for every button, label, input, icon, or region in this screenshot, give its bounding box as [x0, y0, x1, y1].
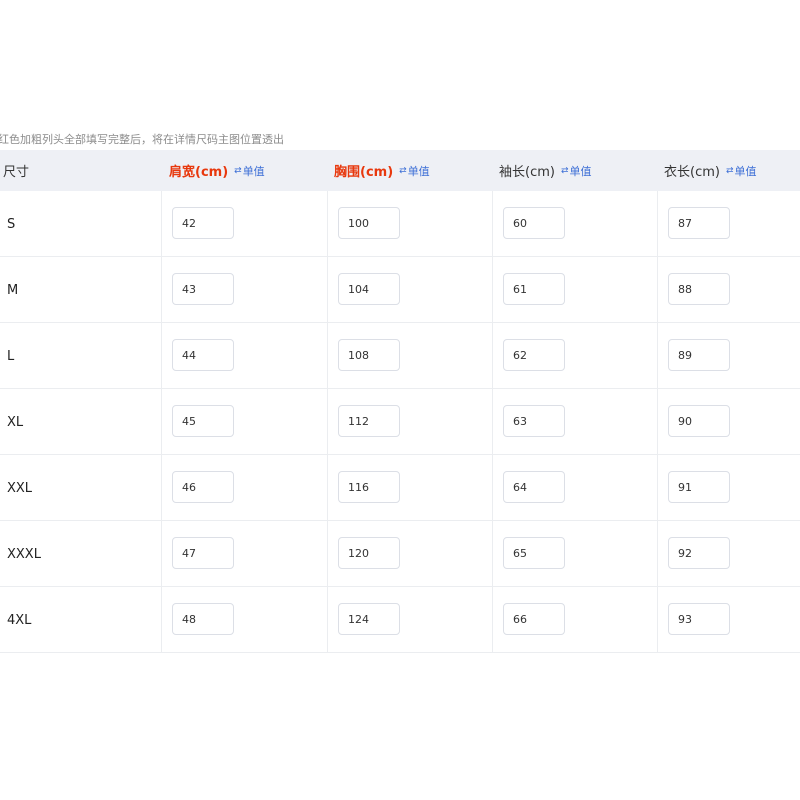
size-label: XL	[7, 414, 24, 430]
column-header-label: 胸围(cm)	[334, 165, 394, 180]
length-input[interactable]	[668, 603, 730, 635]
chest-input[interactable]	[338, 603, 400, 635]
table-row: S	[0, 191, 800, 257]
sleeve-input[interactable]	[503, 405, 565, 437]
column-divider	[492, 191, 493, 653]
swap-icon: ⇄	[725, 165, 734, 176]
chest-input[interactable]	[338, 273, 400, 305]
toggle-label: 单值	[569, 164, 592, 178]
swap-icon: ⇄	[399, 165, 407, 176]
size-table: 尺寸 肩宽(cm) ⇄ 单值 胸围(cm) ⇄ 单值 袖长(cm) ⇄ 单值 衣…	[0, 150, 800, 653]
single-value-toggle[interactable]: ⇄ 单值	[726, 163, 757, 179]
single-value-toggle[interactable]: ⇄ 单值	[399, 163, 430, 179]
sleeve-input[interactable]	[503, 603, 565, 635]
size-label: L	[7, 348, 15, 364]
size-chart-editor: 红色加粗列头全部填写完整后，将在详情尺码主图位置透出 尺寸 肩宽(cm) ⇄ 单值…	[0, 0, 800, 800]
size-label: M	[7, 282, 19, 298]
chest-input[interactable]	[338, 537, 400, 569]
size-label: XXL	[7, 480, 33, 496]
table-row: XXXL	[0, 521, 800, 587]
column-divider	[327, 191, 328, 653]
shoulder-input[interactable]	[172, 207, 234, 239]
length-input[interactable]	[668, 339, 730, 371]
single-value-toggle[interactable]: ⇄ 单值	[234, 163, 265, 179]
toggle-label: 单值	[242, 164, 265, 178]
table-row: XL	[0, 389, 800, 455]
column-header-label: 袖长(cm)	[499, 165, 555, 180]
hint-text: 红色加粗列头全部填写完整后，将在详情尺码主图位置透出	[0, 133, 284, 146]
length-input[interactable]	[668, 471, 730, 503]
chest-input[interactable]	[338, 339, 400, 371]
table-row: M	[0, 257, 800, 323]
table-row: L	[0, 323, 800, 389]
chest-input[interactable]	[338, 405, 400, 437]
size-label: S	[7, 216, 16, 232]
swap-icon: ⇄	[234, 165, 242, 176]
column-header-label: 衣长(cm)	[664, 165, 720, 180]
length-input[interactable]	[668, 273, 730, 305]
column-header-chest: 胸围(cm) ⇄ 单值	[334, 150, 430, 191]
length-input[interactable]	[668, 537, 730, 569]
length-input[interactable]	[668, 207, 730, 239]
sleeve-input[interactable]	[503, 273, 565, 305]
column-header-label: 肩宽(cm)	[169, 165, 229, 180]
column-header-sleeve: 袖长(cm) ⇄ 单值	[499, 150, 592, 191]
sleeve-input[interactable]	[503, 339, 565, 371]
column-divider	[657, 191, 658, 653]
shoulder-input[interactable]	[172, 339, 234, 371]
sleeve-input[interactable]	[503, 471, 565, 503]
column-header-label: 尺寸	[3, 165, 30, 180]
column-header-length: 衣长(cm) ⇄ 单值	[664, 150, 757, 191]
table-row: XXL	[0, 455, 800, 521]
shoulder-input[interactable]	[172, 537, 234, 569]
swap-icon: ⇄	[560, 165, 569, 176]
shoulder-input[interactable]	[172, 405, 234, 437]
chest-input[interactable]	[338, 471, 400, 503]
table-row: 4XL	[0, 587, 800, 653]
sleeve-input[interactable]	[503, 537, 565, 569]
single-value-toggle[interactable]: ⇄ 单值	[561, 163, 592, 179]
toggle-label: 单值	[734, 164, 757, 178]
table-header: 尺寸 肩宽(cm) ⇄ 单值 胸围(cm) ⇄ 单值 袖长(cm) ⇄ 单值 衣…	[0, 150, 800, 191]
sleeve-input[interactable]	[503, 207, 565, 239]
shoulder-input[interactable]	[172, 273, 234, 305]
size-label: XXXL	[7, 546, 41, 562]
column-divider	[161, 191, 162, 653]
shoulder-input[interactable]	[172, 603, 234, 635]
shoulder-input[interactable]	[172, 471, 234, 503]
chest-input[interactable]	[338, 207, 400, 239]
toggle-label: 单值	[407, 164, 430, 178]
column-header-size: 尺寸	[3, 150, 29, 191]
column-header-shoulder: 肩宽(cm) ⇄ 单值	[169, 150, 265, 191]
length-input[interactable]	[668, 405, 730, 437]
size-label: 4XL	[7, 612, 32, 628]
